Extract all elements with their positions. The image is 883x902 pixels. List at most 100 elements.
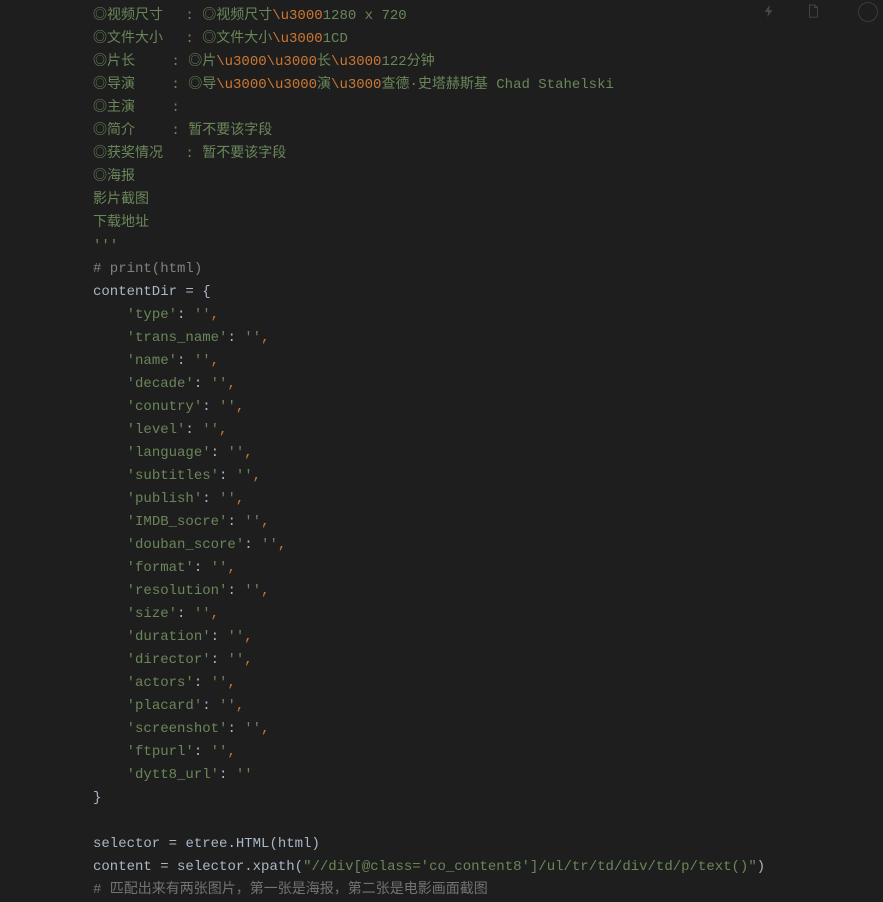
code-segment: : <box>177 606 194 622</box>
code-segment: '' <box>211 560 228 576</box>
code-line[interactable]: 'level': '', <box>93 419 883 442</box>
code-segment: '' <box>194 307 211 323</box>
code-segment: , <box>278 537 286 553</box>
code-segment: : <box>177 307 194 323</box>
code-line[interactable]: 'douban_score': '', <box>93 534 883 557</box>
document-icon[interactable] <box>806 4 822 20</box>
circle-status-icon[interactable] <box>858 2 878 22</box>
code-line[interactable]: 'type': '', <box>93 304 883 327</box>
lightning-icon[interactable] <box>762 4 778 20</box>
code-segment: '' <box>244 721 261 737</box>
code-segment: = <box>160 859 177 875</box>
code-segment <box>93 307 127 323</box>
code-segment <box>93 652 127 668</box>
code-segment: , <box>244 629 252 645</box>
code-segment: 'subtitles' <box>127 468 219 484</box>
code-line[interactable]: ◎片长 : ◎片\u3000\u3000长\u3000122分钟 <box>93 51 883 74</box>
code-segment: , <box>211 606 219 622</box>
code-segment <box>93 675 127 691</box>
code-segment: '' <box>211 376 228 392</box>
code-segment: ◎文件大小 : ◎文件大小 <box>93 31 272 47</box>
code-segment: '' <box>236 468 253 484</box>
code-line[interactable]: content = selector.xpath("//div[@class='… <box>93 856 883 879</box>
code-segment <box>93 491 127 507</box>
code-segment: ◎简介 : 暂不要该字段 <box>93 123 272 139</box>
code-line[interactable]: ''' <box>93 235 883 258</box>
code-segment: 查德·史塔赫斯基 Chad Stahelski <box>381 77 613 93</box>
code-line[interactable]: 'decade': '', <box>93 373 883 396</box>
code-line[interactable]: ◎简介 : 暂不要该字段 <box>93 120 883 143</box>
code-segment: , <box>227 744 235 760</box>
code-segment: 'publish' <box>127 491 203 507</box>
code-segment: '' <box>227 445 244 461</box>
code-segment: 'size' <box>127 606 177 622</box>
code-segment <box>93 629 127 645</box>
code-segment: 'IMDB_socre' <box>127 514 228 530</box>
code-line[interactable]: 'dytt8_url': '' <box>93 764 883 787</box>
code-line[interactable]: ◎获奖情况 : 暂不要该字段 <box>93 143 883 166</box>
code-segment: : <box>211 652 228 668</box>
code-segment: : <box>227 514 244 530</box>
code-segment <box>93 606 127 622</box>
code-line[interactable]: 'publish': '', <box>93 488 883 511</box>
code-line[interactable]: 'conutry': '', <box>93 396 883 419</box>
code-line[interactable]: 'actors': '', <box>93 672 883 695</box>
code-line[interactable]: selector = etree.HTML(html) <box>93 833 883 856</box>
code-segment <box>93 514 127 530</box>
code-line[interactable]: ◎海报 <box>93 166 883 189</box>
code-segment: , <box>227 675 235 691</box>
code-segment <box>93 399 127 415</box>
code-line[interactable]: ◎主演 : <box>93 97 883 120</box>
code-line[interactable]: 'duration': '', <box>93 626 883 649</box>
code-segment: \u3000 <box>272 31 322 47</box>
code-line[interactable]: 'trans_name': '', <box>93 327 883 350</box>
code-segment: , <box>227 560 235 576</box>
code-segment: , <box>261 721 269 737</box>
code-segment: 'name' <box>127 353 177 369</box>
code-line[interactable]: 'language': '', <box>93 442 883 465</box>
code-line[interactable]: 下载地址 <box>93 212 883 235</box>
code-line[interactable]: contentDir = { <box>93 281 883 304</box>
code-segment <box>93 422 127 438</box>
code-segment: , <box>261 330 269 346</box>
code-segment: : <box>211 445 228 461</box>
code-line[interactable]: 'ftpurl': '', <box>93 741 883 764</box>
code-line[interactable]: 影片截图 <box>93 189 883 212</box>
code-line[interactable]: 'subtitles': '', <box>93 465 883 488</box>
code-segment: 'language' <box>127 445 211 461</box>
code-segment: '' <box>244 330 261 346</box>
code-segment: 'conutry' <box>127 399 203 415</box>
code-segment: '' <box>202 422 219 438</box>
code-line[interactable]: 'placard': '', <box>93 695 883 718</box>
code-segment: : <box>219 767 236 783</box>
code-segment: 1280 x 720 <box>323 8 407 24</box>
code-line[interactable]: } <box>93 787 883 810</box>
code-segment <box>93 330 127 346</box>
code-segment: 'ftpurl' <box>127 744 194 760</box>
code-segment: : <box>202 698 219 714</box>
code-line[interactable] <box>93 810 883 833</box>
code-segment: : <box>185 422 202 438</box>
code-segment <box>93 560 127 576</box>
code-segment: \u3000 <box>331 54 381 70</box>
code-segment: , <box>211 307 219 323</box>
code-line[interactable]: # print(html) <box>93 258 883 281</box>
code-line[interactable]: 'resolution': '', <box>93 580 883 603</box>
code-line[interactable]: 'size': '', <box>93 603 883 626</box>
code-line[interactable]: 'format': '', <box>93 557 883 580</box>
code-segment: = <box>169 836 186 852</box>
code-line[interactable]: # 匹配出来有两张图片，第一张是海报，第二张是电影画面截图 <box>93 879 883 902</box>
code-segment: "//div[@class='co_content8']/ul/tr/td/di… <box>303 859 757 875</box>
code-line[interactable]: 'director': '', <box>93 649 883 672</box>
code-segment: , <box>236 491 244 507</box>
code-editor[interactable]: ◎视频尺寸 : ◎视频尺寸\u30001280 x 720◎文件大小 : ◎文件… <box>0 0 883 902</box>
code-segment: : <box>227 583 244 599</box>
code-segment: ◎导演 : ◎导 <box>93 77 216 93</box>
code-segment: '' <box>236 767 253 783</box>
code-line[interactable]: ◎导演 : ◎导\u3000\u3000演\u3000查德·史塔赫斯基 Chad… <box>93 74 883 97</box>
code-line[interactable]: ◎文件大小 : ◎文件大小\u30001CD <box>93 28 883 51</box>
code-line[interactable]: 'IMDB_socre': '', <box>93 511 883 534</box>
code-segment: ◎视频尺寸 : ◎视频尺寸 <box>93 8 272 24</box>
code-line[interactable]: 'screenshot': '', <box>93 718 883 741</box>
code-line[interactable]: 'name': '', <box>93 350 883 373</box>
